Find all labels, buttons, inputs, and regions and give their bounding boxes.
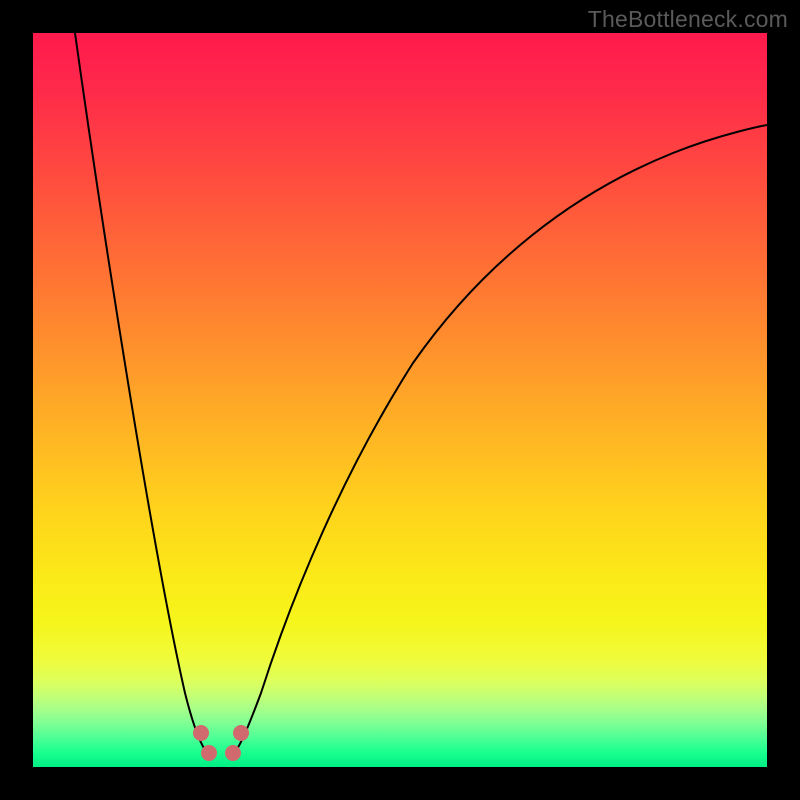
curve-right-branch bbox=[233, 125, 767, 755]
chart-frame bbox=[33, 33, 767, 767]
marker-left-top bbox=[193, 725, 209, 741]
marker-left-bottom bbox=[201, 745, 217, 761]
curve-left-branch bbox=[75, 33, 209, 755]
marker-right-bottom bbox=[225, 745, 241, 761]
marker-right-top bbox=[233, 725, 249, 741]
watermark-text: TheBottleneck.com bbox=[588, 6, 788, 33]
chart-svg bbox=[33, 33, 767, 767]
